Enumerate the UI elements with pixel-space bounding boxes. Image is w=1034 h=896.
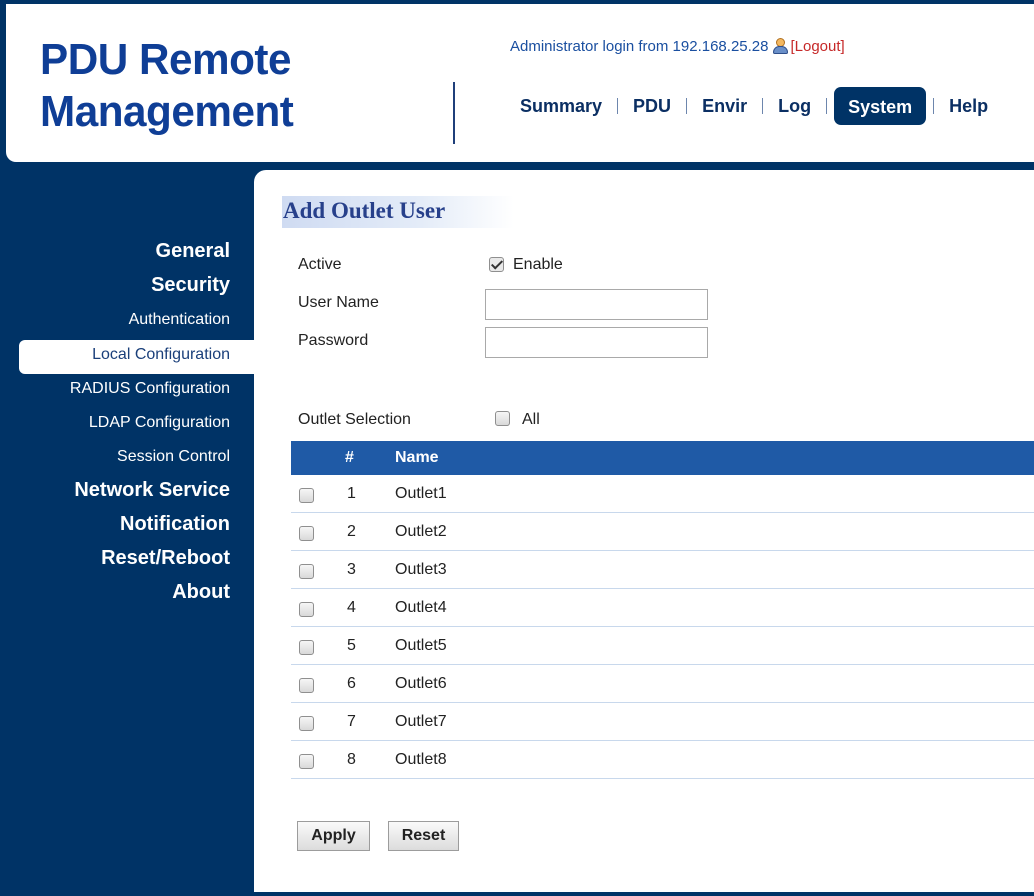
outlet-name: Outlet2 (395, 523, 447, 540)
outlet-name: Outlet4 (395, 599, 447, 616)
outlet-number: 7 (347, 713, 356, 730)
active-label: Active (298, 256, 342, 273)
table-row: 1 Outlet1 (291, 475, 1034, 513)
nav-separator (762, 98, 764, 114)
logo-line-1: PDU Remote (40, 35, 292, 84)
nav-separator (933, 98, 935, 114)
table-row: 2 Outlet2 (291, 513, 1034, 551)
nav-summary[interactable]: Summary (512, 87, 610, 125)
outlet-checkbox[interactable] (299, 678, 314, 693)
sidebar-item-authentication[interactable]: Authentication (129, 311, 230, 329)
sidebar-item-general[interactable]: General (156, 240, 230, 263)
outlet-name: Outlet5 (395, 637, 447, 654)
table-row: 5 Outlet5 (291, 627, 1034, 665)
outlet-table: # Name 1 Outlet1 2 Outlet2 3 Outlet3 4 O… (291, 441, 1034, 779)
page-title: Add Outlet User (282, 196, 514, 228)
nav-pdu[interactable]: PDU (625, 87, 679, 125)
outlet-number: 3 (347, 561, 356, 578)
login-text: Administrator login from 192.168.25.28 (510, 38, 769, 55)
nav-separator (617, 98, 619, 114)
nav-log[interactable]: Log (770, 87, 819, 125)
logout-bracket-close: ] (840, 38, 845, 55)
outlet-number: 8 (347, 751, 356, 768)
outlet-checkbox[interactable] (299, 754, 314, 769)
main-content: Add Outlet User Active Enable User Name … (254, 170, 1034, 892)
outlet-number: 4 (347, 599, 356, 616)
nav-envir[interactable]: Envir (694, 87, 755, 125)
header: PDU Remote Management Administrator logi… (6, 4, 1034, 162)
top-navigation: Summary PDU Envir Log System Help (512, 86, 996, 126)
user-icon (772, 38, 789, 54)
outlet-number: 2 (347, 523, 356, 540)
sidebar-item-network-service[interactable]: Network Service (74, 479, 230, 502)
apply-button[interactable]: Apply (297, 821, 370, 851)
enable-label: Enable (513, 256, 563, 273)
nav-separator (826, 98, 828, 114)
sidebar-item-reset-reboot[interactable]: Reset/Reboot (101, 547, 230, 570)
logout-link[interactable]: Logout (795, 38, 841, 55)
outlet-number: 6 (347, 675, 356, 692)
nav-separator (686, 98, 688, 114)
logo-line-2: Management (40, 87, 294, 136)
sidebar-item-ldap-configuration[interactable]: LDAP Configuration (89, 414, 230, 432)
username-label: User Name (298, 294, 379, 311)
table-row: 8 Outlet8 (291, 741, 1034, 779)
outlet-selection-label: Outlet Selection (298, 411, 411, 428)
outlet-checkbox[interactable] (299, 716, 314, 731)
outlet-checkbox[interactable] (299, 526, 314, 541)
select-all-label: All (522, 411, 540, 428)
logo: PDU Remote Management (40, 34, 294, 138)
reset-button[interactable]: Reset (388, 821, 459, 851)
nav-help[interactable]: Help (941, 87, 996, 125)
sidebar-item-local-configuration[interactable]: Local Configuration (92, 346, 230, 364)
select-all-checkbox[interactable] (495, 411, 510, 426)
login-info: Administrator login from 192.168.25.28 [L… (510, 38, 845, 55)
password-input[interactable] (485, 327, 708, 358)
outlet-name: Outlet7 (395, 713, 447, 730)
outlet-checkbox[interactable] (299, 564, 314, 579)
nav-system[interactable]: System (834, 87, 927, 125)
outlet-name: Outlet3 (395, 561, 447, 578)
outlet-number: 1 (347, 485, 356, 502)
table-header: # Name (291, 441, 1034, 475)
column-header-name: Name (395, 449, 439, 466)
table-row: 6 Outlet6 (291, 665, 1034, 703)
outlet-name: Outlet6 (395, 675, 447, 692)
outlet-checkbox[interactable] (299, 602, 314, 617)
enable-checkbox[interactable] (489, 257, 504, 272)
outlet-checkbox[interactable] (299, 488, 314, 503)
password-label: Password (298, 332, 369, 349)
app-frame: PDU Remote Management Administrator logi… (0, 0, 1034, 896)
table-row: 4 Outlet4 (291, 589, 1034, 627)
sidebar-item-security[interactable]: Security (151, 274, 230, 297)
header-divider (453, 82, 455, 144)
outlet-number: 5 (347, 637, 356, 654)
table-row: 7 Outlet7 (291, 703, 1034, 741)
outlet-name: Outlet8 (395, 751, 447, 768)
sidebar-item-notification[interactable]: Notification (120, 513, 230, 536)
sidebar-item-session-control[interactable]: Session Control (117, 448, 230, 466)
username-input[interactable] (485, 289, 708, 320)
table-row: 3 Outlet3 (291, 551, 1034, 589)
sidebar-item-about[interactable]: About (172, 581, 230, 604)
sidebar: General Security Authentication Local Co… (0, 170, 260, 896)
outlet-name: Outlet1 (395, 485, 447, 502)
sidebar-item-radius-configuration[interactable]: RADIUS Configuration (70, 380, 230, 398)
column-header-number: # (345, 449, 354, 466)
outlet-checkbox[interactable] (299, 640, 314, 655)
